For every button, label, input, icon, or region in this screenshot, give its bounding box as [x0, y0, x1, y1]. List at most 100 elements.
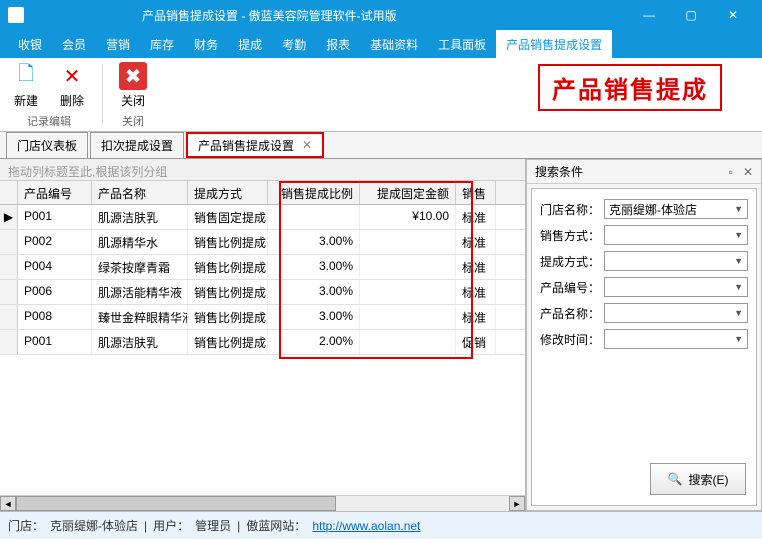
search-button-label: 搜索(E) [688, 471, 728, 488]
row-indicator [0, 230, 18, 254]
tab-label: 门店仪表板 [17, 137, 77, 154]
ribbon-label: 关闭 [121, 92, 145, 109]
cell[interactable]: P002 [18, 230, 92, 254]
ribbon-button[interactable]: ✕ 删除 [52, 62, 92, 109]
combo-input[interactable]: ▼ [604, 225, 748, 245]
combo-input[interactable]: 克丽缇娜-体验店 ▼ [604, 199, 748, 219]
chevron-down-icon[interactable]: ▼ [734, 230, 743, 240]
highlight-box [279, 181, 473, 359]
menu-item[interactable]: 考勤 [272, 30, 316, 58]
menu-item[interactable]: 库存 [140, 30, 184, 58]
maximize-button[interactable] [670, 0, 712, 30]
cell[interactable]: P004 [18, 255, 92, 279]
ribbon-group-label: 关闭 [122, 113, 144, 129]
menu-item[interactable]: 提成 [228, 30, 272, 58]
cell[interactable]: P001 [18, 205, 92, 229]
cell[interactable]: P008 [18, 305, 92, 329]
ribbon-separator [102, 64, 103, 125]
menu-item[interactable]: 会员 [52, 30, 96, 58]
search-field: 销售方式：▼ [540, 225, 748, 245]
scroll-thumb[interactable] [16, 496, 336, 511]
combo-input[interactable]: ▼ [604, 251, 748, 271]
horizontal-scrollbar[interactable]: ◄ ► [0, 495, 525, 511]
scroll-left-arrow[interactable]: ◄ [0, 496, 16, 511]
pin-icon[interactable]: ▫ [729, 165, 733, 179]
combo-input[interactable]: ▼ [604, 303, 748, 323]
minimize-button[interactable] [628, 0, 670, 30]
combo-input[interactable]: ▼ [604, 329, 748, 349]
search-panel-title: 搜索条件 ▫ ✕ [527, 160, 761, 184]
cell[interactable]: 销售比例提成 [188, 305, 268, 329]
chevron-down-icon[interactable]: ▼ [734, 256, 743, 266]
ribbon-button[interactable]: 🗋新建 [6, 62, 46, 109]
tab-label: 扣次提成设置 [101, 137, 173, 154]
menu-item[interactable]: 基础资料 [360, 30, 428, 58]
row-indicator [0, 255, 18, 279]
ribbon-group-label: 记录编辑 [27, 113, 71, 129]
cell[interactable]: 肌源活能精华液 [92, 280, 188, 304]
field-label: 门店名称： [540, 201, 600, 218]
data-grid: 拖动列标题至此,根据该列分组 产品编号产品名称提成方式销售提成比例提成固定金额销… [0, 159, 526, 511]
row-indicator [0, 305, 18, 329]
row-indicator [0, 280, 18, 304]
column-header[interactable]: 产品名称 [92, 181, 188, 204]
group-by-hint: 拖动列标题至此,根据该列分组 [0, 159, 525, 181]
column-header[interactable]: 提成方式 [188, 181, 268, 204]
document-tab[interactable]: 扣次提成设置 [90, 132, 184, 158]
menu-item[interactable]: 营销 [96, 30, 140, 58]
menu-item[interactable]: 报表 [316, 30, 360, 58]
cell[interactable]: 销售比例提成 [188, 330, 268, 354]
cell[interactable]: 绿茶按摩青霜 [92, 255, 188, 279]
banner-title: 产品销售提成 [538, 64, 722, 111]
combo-value: 克丽缇娜-体验店 [609, 201, 697, 218]
tab-close-icon[interactable]: ✕ [302, 138, 312, 152]
status-user-label: 用户： [153, 517, 189, 534]
menu-item[interactable]: 财务 [184, 30, 228, 58]
search-field: 修改时间： ▼ [540, 329, 748, 349]
search-form: 门店名称：克丽缇娜-体验店▼销售方式：▼提成方式：▼产品编号：▼产品名称：▼修改… [531, 188, 757, 506]
search-field: 产品名称： ▼ [540, 303, 748, 323]
status-user-value: 管理员 [195, 517, 231, 534]
combo-input[interactable]: ▼ [604, 277, 748, 297]
ribbon-group-edit: 🗋新建 ✕ 删除 记录编辑 [0, 58, 98, 131]
column-header[interactable]: 产品编号 [18, 181, 92, 204]
ribbon-button[interactable]: ✖ 关闭 [113, 62, 153, 109]
cell[interactable]: 销售比例提成 [188, 255, 268, 279]
cell[interactable]: 肌源洁肤乳 [92, 330, 188, 354]
cell[interactable]: P006 [18, 280, 92, 304]
cell[interactable]: 肌源洁肤乳 [92, 205, 188, 229]
ribbon-icon: ✖ [119, 62, 147, 90]
status-store-value: 克丽缇娜-体验店 [50, 517, 138, 534]
ribbon-group-close: ✖ 关闭 关闭 [107, 58, 159, 131]
search-button[interactable]: 🔍 搜索(E) [650, 463, 746, 495]
chevron-down-icon[interactable]: ▼ [734, 334, 743, 344]
field-label: 产品名称： [540, 305, 600, 322]
ribbon-icon: ✕ [58, 62, 86, 90]
field-label: 修改时间： [540, 331, 600, 348]
status-store-label: 门店： [8, 517, 44, 534]
menu-item[interactable]: 工具面板 [428, 30, 496, 58]
cell[interactable]: 臻世金粹眼精华液 [92, 305, 188, 329]
search-panel: 搜索条件 ▫ ✕ 门店名称：克丽缇娜-体验店▼销售方式：▼提成方式：▼产品编号：… [526, 159, 762, 511]
menu-item[interactable]: 收银 [8, 30, 52, 58]
status-site-label: 傲蓝网站： [246, 517, 306, 534]
status-site-link[interactable]: http://www.aolan.net [312, 519, 420, 533]
close-window-button[interactable] [712, 0, 754, 30]
chevron-down-icon[interactable]: ▼ [734, 282, 743, 292]
cell[interactable]: 销售比例提成 [188, 230, 268, 254]
cell[interactable]: 肌源精华水 [92, 230, 188, 254]
cell[interactable]: P001 [18, 330, 92, 354]
close-panel-icon[interactable]: ✕ [743, 165, 753, 179]
field-label: 提成方式： [540, 253, 600, 270]
chevron-down-icon[interactable]: ▼ [734, 204, 743, 214]
search-title-text: 搜索条件 [535, 163, 583, 180]
document-tab[interactable]: 门店仪表板 [6, 132, 88, 158]
chevron-down-icon[interactable]: ▼ [734, 308, 743, 318]
scroll-right-arrow[interactable]: ► [509, 496, 525, 511]
menu-item[interactable]: 产品销售提成设置 [496, 30, 612, 58]
document-tab[interactable]: 产品销售提成设置 ✕ [186, 132, 324, 158]
cell[interactable]: 销售固定提成 [188, 205, 268, 229]
cell[interactable]: 销售比例提成 [188, 280, 268, 304]
ribbon-label: 删除 [60, 92, 84, 109]
tab-label: 产品销售提成设置 [198, 137, 294, 154]
